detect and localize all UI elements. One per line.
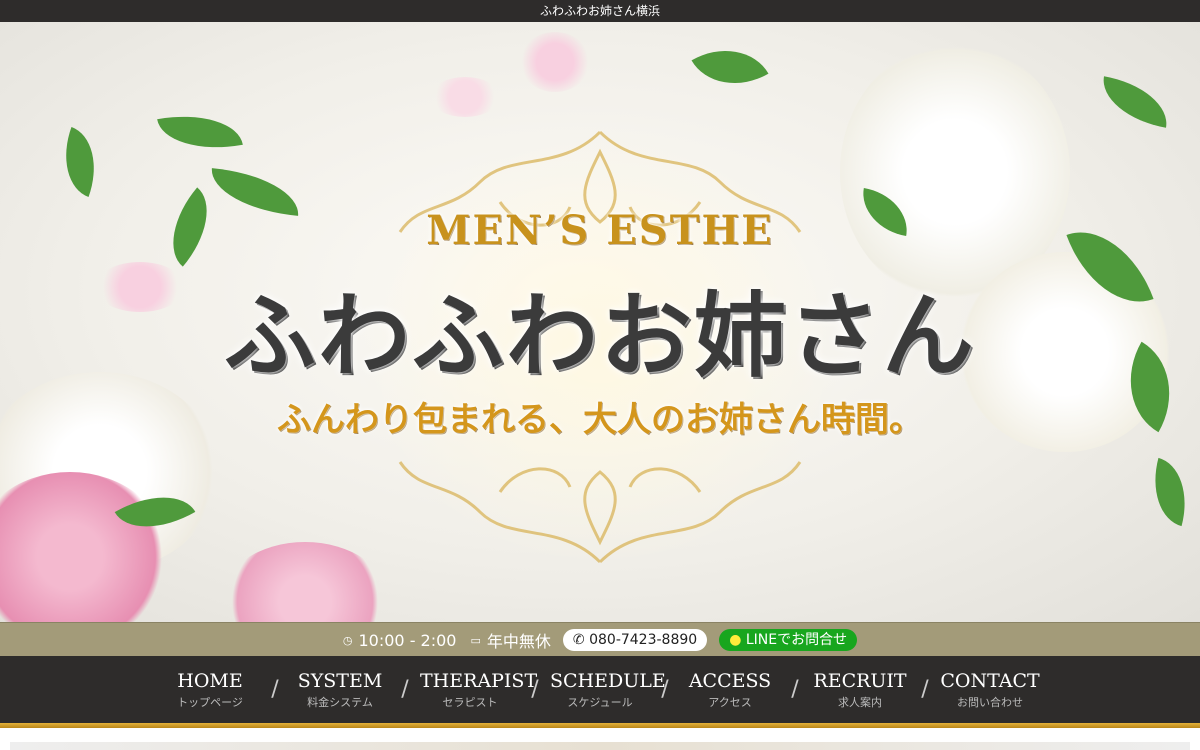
nav-system[interactable]: SYSTEM 料金システム [280, 670, 400, 710]
nav-sublabel: 料金システム [307, 695, 373, 709]
info-bar: ◷ 10:00 - 2:00 ▭ 年中無休 ✆ 080-7423-8890 ● … [0, 622, 1200, 657]
nav-sublabel: お問い合わせ [957, 695, 1023, 709]
nav-label: THERAPIST [420, 669, 538, 692]
nav-separator: / [271, 677, 279, 702]
nav-label: RECRUIT [813, 669, 907, 692]
nav-label: HOME [177, 669, 243, 692]
nav-sublabel: アクセス [708, 695, 752, 709]
hero-banner: MEN’S ESTHE ふわふわお姉さん ふんわり包まれる、大人のお姉さん時間。 [0, 22, 1200, 622]
nav-sublabel: トップページ [177, 695, 243, 709]
nav-schedule[interactable]: SCHEDULE スケジュール [540, 669, 666, 710]
nav-recruit[interactable]: RECRUIT 求人案内 [800, 670, 920, 710]
petal-top [520, 32, 590, 92]
line-contact-label: LINEでお問合せ [745, 632, 848, 648]
hero-subtitle: MEN’S ESTHE [426, 207, 774, 254]
line-icon: ● [729, 632, 742, 648]
business-hours: 10:00 - 2:00 [358, 630, 457, 650]
site-title: ふわふわお姉さん横浜 [539, 4, 660, 18]
nav-home[interactable]: HOME トップページ [150, 670, 270, 710]
content-image-edge [10, 742, 1190, 750]
nav-therapist[interactable]: THERAPIST セラピスト [410, 669, 538, 710]
nav-separator: / [661, 677, 669, 702]
phone-button[interactable]: ✆ 080-7423-8890 [562, 629, 708, 651]
hero-tagline: ふんわり包まれる、大人のお姉さん時間。 [277, 400, 923, 440]
site-title-bar: ふわふわお姉さん横浜 [0, 0, 1200, 22]
nav-sublabel: 求人案内 [838, 695, 882, 709]
leaf-2 [157, 105, 243, 159]
nav-separator: / [531, 677, 539, 702]
leaf-1 [691, 30, 769, 104]
clock-icon: ◷ [342, 633, 353, 647]
nav-label: CONTACT [940, 669, 1040, 692]
leaf-6 [1097, 76, 1173, 128]
line-contact-button[interactable]: ● LINEでお問合せ [719, 629, 858, 651]
leaf-3 [50, 126, 110, 198]
nav-separator: / [791, 677, 799, 702]
nav-sublabel: スケジュール [567, 695, 633, 709]
nav-separator: / [401, 677, 409, 702]
leaf-9 [1142, 457, 1198, 527]
hero-logo: ふわふわお姉さん [223, 282, 976, 390]
nav-sublabel: セラピスト [442, 695, 498, 709]
nav-access[interactable]: ACCESS アクセス [670, 670, 790, 710]
nav-label: SYSTEM [297, 669, 383, 692]
nav-label: ACCESS [688, 669, 772, 692]
phone-number: 080-7423-8890 [589, 632, 698, 648]
nav-contact[interactable]: CONTACT お問い合わせ [930, 670, 1050, 710]
main-navigation: HOME トップページ / SYSTEM 料金システム / THERAPIST … [0, 656, 1200, 723]
petal-top-mid [430, 77, 500, 117]
holiday-text: 年中無休 [486, 632, 551, 651]
phone-icon: ✆ [572, 632, 585, 648]
nav-label: SCHEDULE [550, 669, 666, 692]
calendar-icon: ▭ [470, 633, 481, 647]
nav-separator: / [921, 677, 929, 702]
